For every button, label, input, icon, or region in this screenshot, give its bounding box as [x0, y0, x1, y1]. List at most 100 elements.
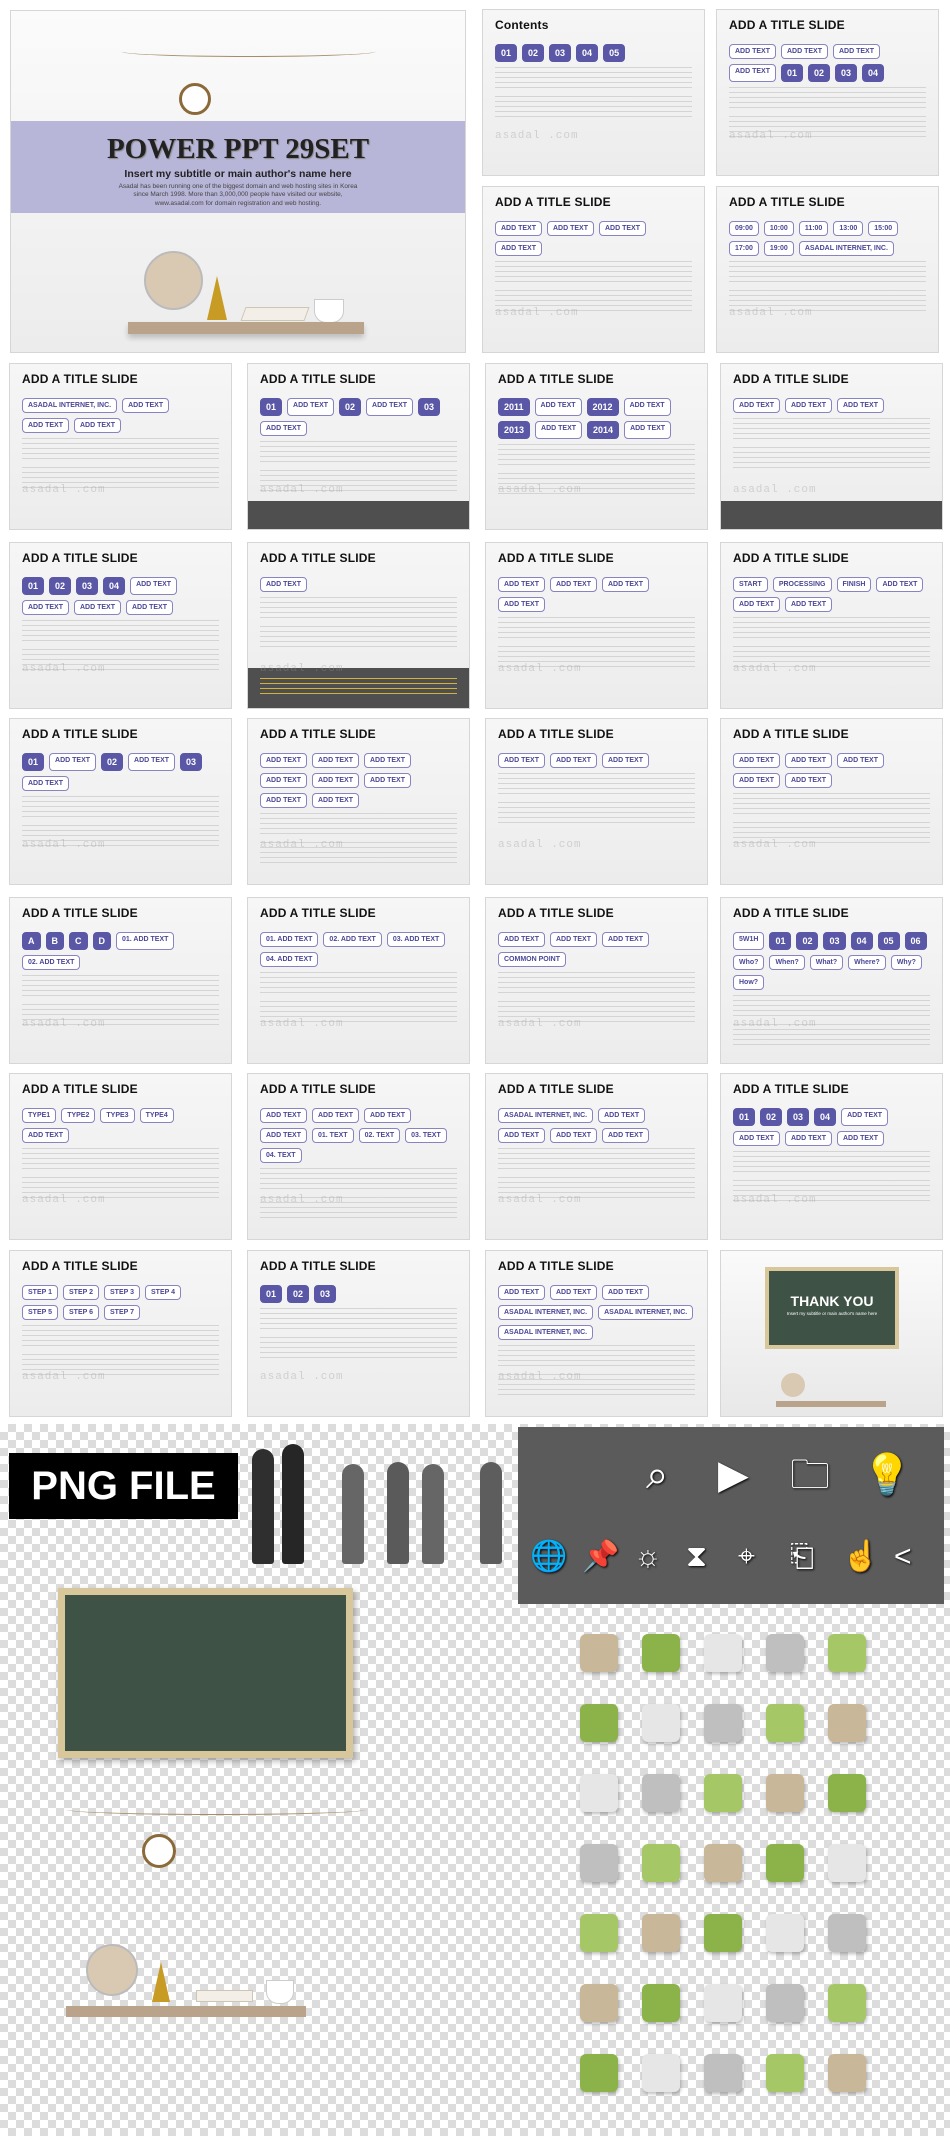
illustration-object-icon	[704, 1634, 742, 1672]
slide-label: 02	[760, 1108, 783, 1126]
slide-label: 04. TEXT	[260, 1148, 302, 1163]
slide-thumbnail[interactable]: ADD A TITLE SLIDE ADD TEXT ADD TEXT ADD TEX…	[720, 363, 943, 530]
title-slide[interactable]: POWER PPT 29SET Insert my subtitle or ma…	[10, 10, 466, 353]
slide-thumbnail[interactable]: ADD A TITLE SLIDE ADD TEXT ADD TEXT ADD TEX…	[485, 718, 708, 885]
slide-body: ADD TEXT ADD TEXT ADD TEXT COMMON POINT	[498, 932, 695, 1053]
body-text-lines	[733, 646, 930, 670]
slide-thumbnail[interactable]: ADD A TITLE SLIDE ADD TEXT ADD TEXT ADD TEX…	[485, 1250, 708, 1417]
body-text-lines	[498, 972, 695, 996]
body-text-lines	[260, 470, 457, 494]
slide-label: ADD TEXT	[837, 1131, 884, 1146]
slide-thumbnail[interactable]: ADD A TITLE SLIDE STEP 1 STEP 2 STEP 3 STEP …	[9, 1250, 232, 1417]
body-text-lines	[260, 972, 457, 996]
slide-thumbnail[interactable]: ADD A TITLE SLIDE ASADAL INTERNET, INC. AD…	[485, 1073, 708, 1240]
slide-thumbnail[interactable]: ADD A TITLE SLIDE 01 ADD TEXT 02 ADD TEXT 03 A…	[247, 363, 470, 530]
slide-label: 01	[495, 44, 518, 62]
body-text-lines	[729, 116, 926, 140]
lightbulb-icon: ☼	[634, 1540, 662, 1573]
slide-thumbnail[interactable]: ADD A TITLE SLIDE TYPE1 TYPE2 TYPE3 TYPE4 ADD…	[9, 1073, 232, 1240]
slide-label: ADD TEXT	[498, 1128, 545, 1143]
slide-label: ADD TEXT	[128, 753, 176, 771]
body-text-lines	[495, 67, 692, 91]
slide-thumbnail[interactable]: ADD A TITLE SLIDE ADD TEXT ADD TEXT ADD TEX…	[485, 542, 708, 709]
slide-label: 05	[603, 44, 626, 62]
slide-thumbnail[interactable]: ADD A TITLE SLIDE ADD TEXT ADD TEXT ADD TEX…	[716, 9, 939, 176]
slide-label: ADD TEXT	[733, 398, 780, 413]
slide-title: ADD A TITLE SLIDE	[498, 551, 614, 565]
slide-label: 03	[180, 753, 203, 771]
slide-label: 02	[49, 577, 72, 595]
slide-thumbnail[interactable]: ADD A TITLE SLIDE 09:00 10:00 11:00 13:00 15:…	[716, 186, 939, 353]
slide-thumbnail[interactable]: ADD A TITLE SLIDE ADD TEXT ADD TEXT ADD TEX…	[720, 718, 943, 885]
slide-body: A B C D 01. ADD TEXT 02. ADD TEXT	[22, 932, 219, 1053]
slide-label: How?	[733, 975, 765, 990]
slide-body: ASADAL INTERNET, INC. ADD TEXT ADD TEXT ADD…	[22, 398, 219, 519]
slide-label: 09:00	[729, 221, 759, 236]
slide-label: ASADAL INTERNET, INC.	[498, 1325, 594, 1340]
slide-label: ADD TEXT	[733, 1131, 780, 1146]
slide-thumbnail[interactable]: ADD A TITLE SLIDE 01. ADD TEXT 02. ADD TEX…	[247, 897, 470, 1064]
thank-you-slide[interactable]: THANK YOU Insert my subtitle or main aut…	[720, 1250, 943, 1417]
slide-thumbnail[interactable]: ADD A TITLE SLIDE 01 02 03 04 ADD TEXT ADD TEX…	[9, 542, 232, 709]
slide-title: ADD A TITLE SLIDE	[260, 551, 376, 565]
slide-thumbnail[interactable]: ADD A TITLE SLIDE START PROCESSING FINISH AD…	[720, 542, 943, 709]
slide-thumbnail[interactable]: ADD A TITLE SLIDE 01 02 03 asadal .com	[247, 1250, 470, 1417]
slide-label: ADD TEXT	[729, 64, 776, 82]
thank-you-subtitle: Insert my subtitle or main author's name…	[786, 1311, 878, 1316]
slide-label: ADD TEXT	[550, 577, 597, 592]
slide-label: ADD TEXT	[312, 773, 359, 788]
slide-label: ADD TEXT	[287, 398, 335, 416]
slide-title: ADD A TITLE SLIDE	[260, 1082, 376, 1096]
slide-thumbnail[interactable]: ADD A TITLE SLIDE ADD TEXT ADD TEXT ADD TEX…	[247, 718, 470, 885]
illustration-object-icon	[766, 1844, 804, 1882]
slide-thumbnail[interactable]: ADD A TITLE SLIDE ASADAL INTERNET, INC. AD…	[9, 363, 232, 530]
slide-label: ADD TEXT	[876, 577, 924, 592]
slide-thumbnail[interactable]: ADD A TITLE SLIDE 2011 ADD TEXT 2012 ADD TEX…	[485, 363, 708, 530]
slide-body: TYPE1 TYPE2 TYPE3 TYPE4 ADD TEXT	[22, 1108, 219, 1229]
body-text-lines	[260, 1308, 457, 1332]
slide-thumbnail[interactable]: ADD A TITLE SLIDE ADD TEXT ADD TEXT ADD TEX…	[482, 186, 705, 353]
slide-title: ADD A TITLE SLIDE	[260, 1259, 376, 1273]
slide-thumbnail[interactable]: ADD A TITLE SLIDE 01 02 03 04 ADD TEXT ADD TEX…	[720, 1073, 943, 1240]
slide-title: ADD A TITLE SLIDE	[22, 372, 138, 386]
slide-label: 03	[549, 44, 572, 62]
body-text-lines	[260, 842, 457, 866]
slide-thumbnail[interactable]: ADD A TITLE SLIDE ADD TEXT ADD TEXT ADD TEX…	[485, 897, 708, 1064]
slide-body: ADD TEXT ADD TEXT ADD TEXT ADD TEXT 01 02 03 04	[729, 44, 926, 165]
slide-label: 19:00	[763, 241, 794, 256]
slide-thumbnail[interactable]: ADD A TITLE SLIDE ADD TEXT ADD TEXT ADD TEX…	[247, 1073, 470, 1240]
illustration-object-icon	[580, 1634, 618, 1672]
slide-label: STEP 1	[22, 1285, 58, 1300]
pocket-watch-icon	[179, 83, 211, 115]
body-text-lines	[260, 1197, 457, 1221]
slide-body: ADD TEXT ADD TEXT ADD TEXT ADD TEXT ADD TEXT…	[260, 753, 457, 874]
slide-thumbnail[interactable]: Contents 01 02 03 04 05 asadal .com	[482, 9, 705, 176]
body-text-lines	[733, 1151, 930, 1175]
slide-label: ADD TEXT	[495, 221, 542, 236]
slide-label: 02	[101, 753, 124, 771]
slide-thumbnail[interactable]: ADD A TITLE SLIDE ADD TEXT asadal .com	[247, 542, 470, 709]
slide-thumbnail[interactable]: ADD A TITLE SLIDE A B C D 01. ADD TEXT 02. ADD…	[9, 897, 232, 1064]
illustration-object-icon	[642, 1914, 680, 1952]
body-text-lines	[22, 620, 219, 644]
pointing-hand-icon: ☝	[842, 1540, 880, 1573]
slide-title: ADD A TITLE SLIDE	[22, 906, 138, 920]
slide-label: 01	[22, 577, 45, 595]
slide-label: 2012	[586, 398, 619, 416]
hourglass-icon: ⧗	[686, 1540, 708, 1573]
slide-body: 01 02 03 04 ADD TEXT ADD TEXT ADD TEXT ADD TEXT	[22, 577, 219, 698]
slide-label: 01. TEXT	[312, 1128, 354, 1143]
illustration-object-icon	[766, 1914, 804, 1952]
slide-body: 01 02 03 04 ADD TEXT ADD TEXT ADD TEXT ADD TEXT	[733, 1108, 930, 1229]
globe-icon: 🌐	[530, 1540, 568, 1573]
slide-thumbnail[interactable]: ADD A TITLE SLIDE 5W1H 01 02 03 04 05 06 Who? Whe…	[720, 897, 943, 1064]
slide-label: ADD TEXT	[122, 398, 170, 413]
slide-title: ADD A TITLE SLIDE	[733, 727, 849, 741]
slide-label: 03. ADD TEXT	[386, 932, 446, 947]
slide-label: STEP 3	[104, 1285, 140, 1300]
world-map-chalkboard	[58, 1588, 353, 1758]
book-icon	[240, 307, 310, 321]
dark-text-band	[721, 501, 942, 529]
slide-title: ADD A TITLE SLIDE	[22, 551, 138, 565]
slide-thumbnail[interactable]: ADD A TITLE SLIDE 01 ADD TEXT 02 ADD TEXT 03 A…	[9, 718, 232, 885]
